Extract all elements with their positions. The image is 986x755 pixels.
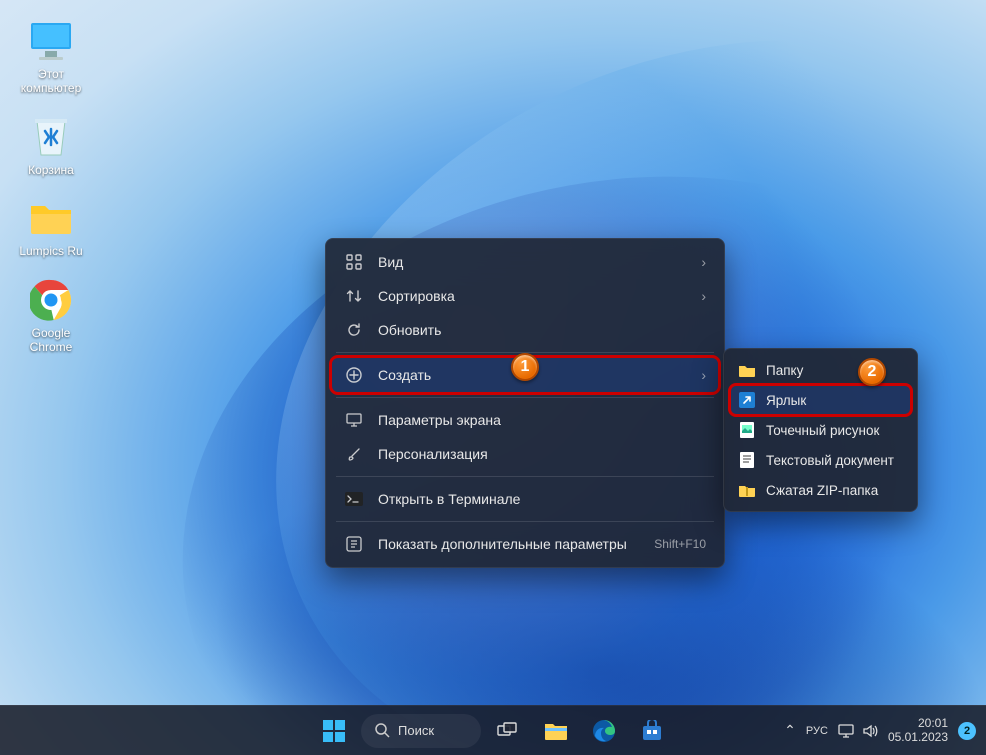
menu-item-more-options[interactable]: Показать дополнительные параметры Shift+… [332,527,718,561]
more-options-icon [344,534,364,554]
folder-icon [28,195,74,241]
notifications-badge[interactable]: 2 [958,722,976,740]
terminal-icon [344,489,364,509]
taskbar-center: Поиск [313,710,673,752]
desktop-icon-label: Google Chrome [12,327,90,355]
desktop-icon-chrome[interactable]: Google Chrome [12,277,90,355]
refresh-icon [344,320,364,340]
sort-icon [344,286,364,306]
menu-item-terminal[interactable]: Открыть в Терминале [332,482,718,516]
plus-circle-icon [344,365,364,385]
annotation-badge-1: 1 [511,353,539,381]
shortcut-icon [738,391,756,409]
submenu-item-zip[interactable]: Сжатая ZIP-папка [730,475,911,505]
task-view-button[interactable] [487,710,529,752]
taskbar-search[interactable]: Поиск [361,714,481,748]
new-submenu: Папку Ярлык Точечный рисунок Текстовый д… [723,348,918,512]
task-view-icon [497,722,519,740]
taskbar-app-store[interactable] [631,710,673,752]
menu-item-display-settings[interactable]: Параметры экрана [332,403,718,437]
submenu-item-label: Текстовый документ [766,453,894,468]
search-placeholder: Поиск [398,723,434,738]
windows-icon [323,720,345,742]
submenu-item-text[interactable]: Текстовый документ [730,445,911,475]
taskbar-app-edge[interactable] [583,710,625,752]
menu-item-label: Открыть в Терминале [378,491,520,507]
image-file-icon [738,421,756,439]
annotation-badge-2: 2 [858,358,886,386]
search-icon [375,723,390,738]
grid-icon [344,252,364,272]
menu-separator [336,476,714,477]
menu-item-label: Создать [378,367,431,383]
desktop-icon-label: Этот компьютер [12,68,90,96]
desktop-icon-folder[interactable]: Lumpics Ru [12,195,90,259]
menu-item-label: Обновить [378,322,441,338]
desktop-icon-recycle-bin[interactable]: Корзина [12,114,90,178]
menu-item-label: Персонализация [378,446,488,462]
chevron-right-icon: › [701,288,706,304]
menu-item-refresh[interactable]: Обновить [332,313,718,347]
brush-icon [344,444,364,464]
submenu-item-label: Точечный рисунок [766,423,879,438]
menu-item-view[interactable]: Вид › [332,245,718,279]
text-file-icon [738,451,756,469]
tray-overflow-button[interactable]: ⌃ [784,722,796,739]
desktop-context-menu: Вид › Сортировка › Обновить Создать › Па… [325,238,725,568]
chevron-right-icon: › [701,254,706,270]
taskbar: Поиск ⌃ РУС 20:01 05.01.2023 2 [0,705,986,755]
submenu-item-label: Сжатая ZIP-папка [766,483,878,498]
submenu-item-bitmap[interactable]: Точечный рисунок [730,415,911,445]
clock-time: 20:01 [888,717,948,731]
monitor-icon [28,18,74,64]
menu-item-label: Вид [378,254,403,270]
submenu-item-label: Папку [766,363,803,378]
desktop-icon-label: Корзина [12,164,90,178]
edge-icon [592,719,616,743]
menu-item-label: Сортировка [378,288,455,304]
folder-icon [738,361,756,379]
chevron-right-icon: › [701,367,706,383]
menu-item-shortcut: Shift+F10 [654,537,706,551]
store-icon [641,720,663,742]
menu-item-sort[interactable]: Сортировка › [332,279,718,313]
menu-separator [336,521,714,522]
start-button[interactable] [313,710,355,752]
display-icon [344,410,364,430]
menu-separator [336,397,714,398]
network-icon [838,724,854,738]
desktop-icon-this-pc[interactable]: Этот компьютер [12,18,90,96]
submenu-item-shortcut[interactable]: Ярлык [730,385,911,415]
zip-folder-icon [738,481,756,499]
taskbar-tray: ⌃ РУС 20:01 05.01.2023 2 [784,717,976,745]
menu-item-personalize[interactable]: Персонализация [332,437,718,471]
language-indicator[interactable]: РУС [806,725,828,737]
chrome-icon [28,277,74,323]
clock-date: 05.01.2023 [888,731,948,745]
file-explorer-icon [544,721,568,741]
recycle-bin-icon [28,114,74,160]
submenu-item-label: Ярлык [766,393,806,408]
menu-item-label: Параметры экрана [378,412,501,428]
desktop-icon-label: Lumpics Ru [12,245,90,259]
menu-item-label: Показать дополнительные параметры [378,536,627,552]
taskbar-clock[interactable]: 20:01 05.01.2023 [888,717,948,745]
system-tray[interactable] [838,724,878,738]
volume-icon [862,724,878,738]
taskbar-app-explorer[interactable] [535,710,577,752]
desktop-icons: Этот компьютер Корзина Lumpics Ru Google… [12,18,102,373]
